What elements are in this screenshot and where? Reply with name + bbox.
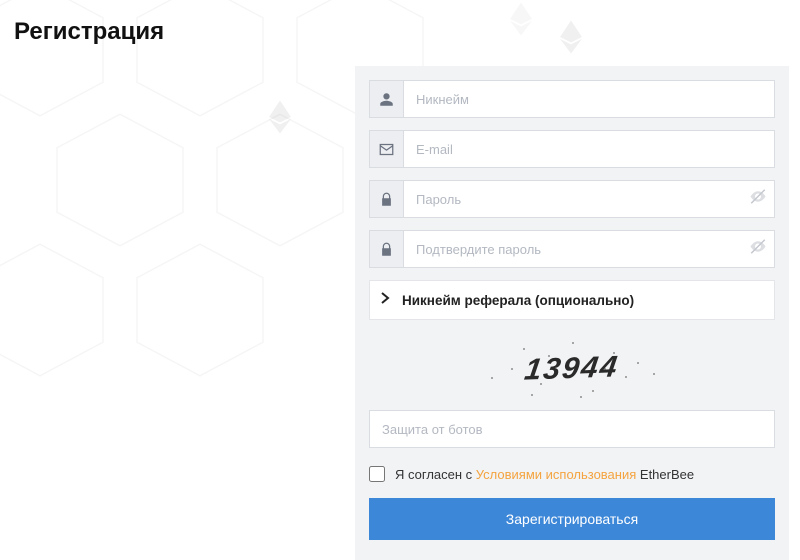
password-row (369, 180, 775, 218)
user-icon (369, 80, 403, 118)
registration-form: Никнейм реферала (опционально) 13944 Я с… (355, 66, 789, 560)
terms-link[interactable]: Условиями использования (476, 467, 637, 482)
page-title: Регистрация (0, 0, 800, 46)
captcha-input[interactable] (369, 410, 775, 448)
nickname-row (369, 80, 775, 118)
captcha-text: 13944 (523, 350, 622, 387)
agree-prefix: Я согласен с (395, 467, 476, 482)
register-button[interactable]: Зарегистрироваться (369, 498, 775, 540)
referral-toggle-label: Никнейм реферала (опционально) (402, 293, 634, 308)
agree-text: Я согласен с Условиями использования Eth… (395, 467, 694, 482)
eye-off-icon[interactable] (749, 188, 767, 211)
chevron-right-icon (380, 291, 390, 309)
lock-icon (369, 180, 403, 218)
eye-off-icon[interactable] (749, 238, 767, 261)
agree-checkbox[interactable] (369, 466, 385, 482)
referral-toggle[interactable]: Никнейм реферала (опционально) (369, 280, 775, 320)
password-confirm-row (369, 230, 775, 268)
mail-icon (369, 130, 403, 168)
email-input[interactable] (403, 130, 775, 168)
nickname-input[interactable] (403, 80, 775, 118)
agree-suffix: EtherBee (636, 467, 694, 482)
agree-row: Я согласен с Условиями использования Eth… (369, 466, 775, 482)
email-row (369, 130, 775, 168)
lock-icon (369, 230, 403, 268)
password-input[interactable] (403, 180, 775, 218)
captcha-image: 13944 (369, 334, 775, 404)
password-confirm-input[interactable] (403, 230, 775, 268)
